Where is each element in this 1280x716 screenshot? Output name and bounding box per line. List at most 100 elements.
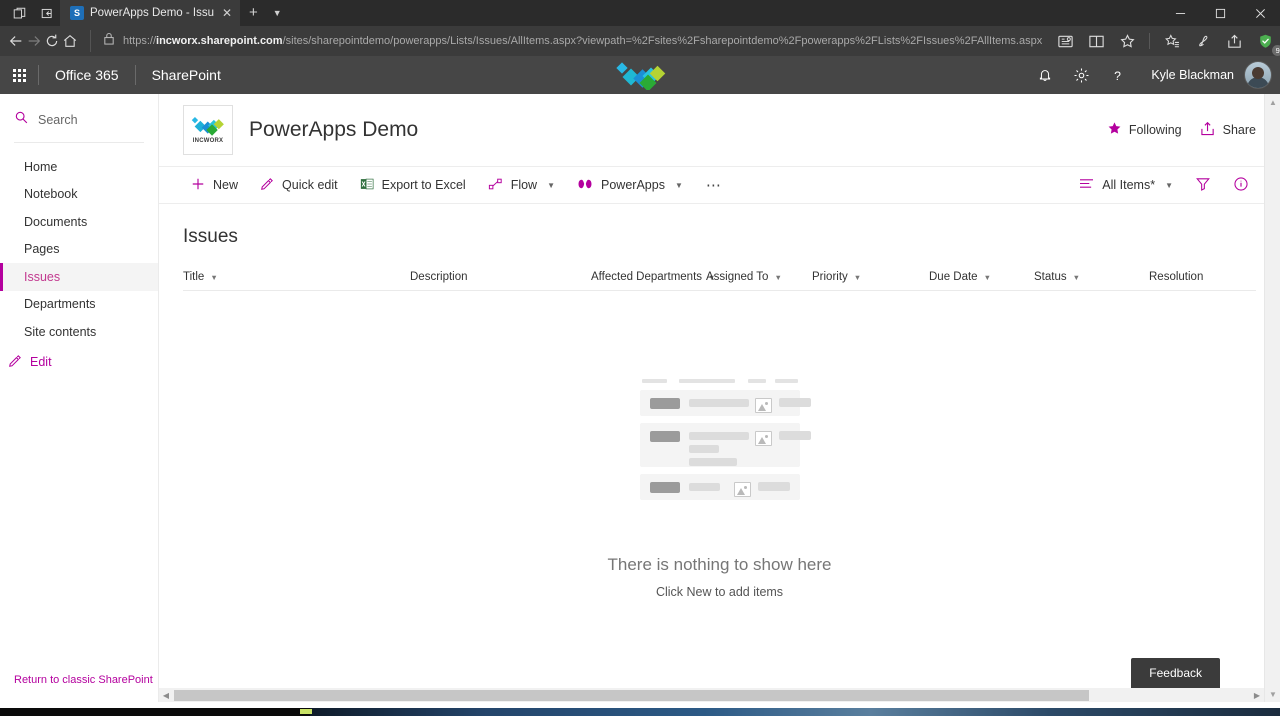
pencil-icon xyxy=(8,354,22,371)
column-header-resolution[interactable]: Resolution xyxy=(1149,271,1203,283)
search-input[interactable]: Search xyxy=(0,94,158,142)
chevron-down-icon[interactable]: ▼ xyxy=(1165,181,1173,190)
flow-icon xyxy=(488,177,503,194)
office365-suite-bar: Office 365 SharePoint ? Kyle Blackman xyxy=(0,56,1280,94)
refresh-icon[interactable] xyxy=(44,28,60,54)
column-header-priority[interactable]: Priority ▼ xyxy=(812,271,929,283)
chevron-down-icon[interactable]: ▼ xyxy=(267,0,288,26)
incworx-logo-icon xyxy=(612,56,668,94)
page-title: PowerApps Demo xyxy=(249,118,419,141)
browser-navbar: https://incworx.sharepoint.com/sites/sha… xyxy=(0,26,1280,56)
sidebar-item-label: Issues xyxy=(24,269,61,284)
office365-brand-link[interactable]: Office 365 xyxy=(39,67,135,83)
reading-list-icon[interactable] xyxy=(1081,28,1111,54)
set-aside-tabs-icon[interactable] xyxy=(34,2,60,24)
minimize-icon[interactable] xyxy=(1160,0,1200,26)
sidebar-item-home[interactable]: Home xyxy=(0,153,158,181)
url-text: https://incworx.sharepoint.com/sites/sha… xyxy=(123,35,1042,47)
notes-icon[interactable] xyxy=(1157,28,1187,54)
following-button[interactable]: Following xyxy=(1107,121,1182,139)
taskbar-left-region xyxy=(0,708,310,716)
page-body: Search Home Notebook Documents Pages Iss… xyxy=(0,94,1280,702)
close-icon[interactable] xyxy=(1240,0,1280,26)
powerapps-button[interactable]: PowerApps ▼ xyxy=(566,166,694,204)
browser-tab[interactable]: S PowerApps Demo - Issu ✕ xyxy=(60,0,240,26)
sidebar-item-departments[interactable]: Departments xyxy=(0,291,158,319)
chevron-down-icon[interactable]: ▼ xyxy=(547,181,555,190)
sidebar-item-notebook[interactable]: Notebook xyxy=(0,181,158,209)
chevron-down-icon[interactable]: ▼ xyxy=(675,181,683,190)
chevron-down-icon[interactable]: ▼ xyxy=(984,273,991,282)
empty-list-placeholder-icon xyxy=(639,379,811,507)
avatar[interactable] xyxy=(1244,61,1272,89)
maximize-icon[interactable] xyxy=(1200,0,1240,26)
column-header-description[interactable]: Description xyxy=(410,271,591,283)
sidebar-item-pages[interactable]: Pages xyxy=(0,236,158,264)
chevron-down-icon[interactable]: ▼ xyxy=(1073,273,1080,282)
sidebar-item-issues[interactable]: Issues xyxy=(0,263,158,291)
sharepoint-app-link[interactable]: SharePoint xyxy=(136,67,237,83)
reading-view-icon[interactable] xyxy=(1050,28,1080,54)
help-question-icon[interactable]: ? xyxy=(1099,56,1135,94)
quick-edit-button[interactable]: Quick edit xyxy=(249,166,349,204)
chevron-down-icon[interactable]: ▼ xyxy=(210,273,217,282)
web-note-icon[interactable] xyxy=(1188,28,1218,54)
export-to-excel-button[interactable]: Export to Excel xyxy=(349,166,477,204)
vertical-scrollbar[interactable]: ▲ ▼ xyxy=(1264,94,1280,702)
new-label: New xyxy=(213,178,239,192)
user-name[interactable]: Kyle Blackman xyxy=(1135,68,1244,82)
column-header-assigned-to[interactable]: Assigned To ▼ xyxy=(706,271,812,283)
home-icon[interactable] xyxy=(62,28,78,54)
sidebar-edit-button[interactable]: Edit xyxy=(0,354,158,371)
star-icon xyxy=(1107,121,1122,139)
sidebar-item-site-contents[interactable]: Site contents xyxy=(0,318,158,346)
scroll-right-arrow-icon[interactable]: ▶ xyxy=(1250,688,1264,702)
incworx-logo-icon xyxy=(190,116,226,136)
close-icon[interactable]: ✕ xyxy=(220,6,234,20)
favorites-star-icon[interactable] xyxy=(1112,28,1142,54)
information-button[interactable] xyxy=(1222,166,1260,204)
column-header-due-date[interactable]: Due Date ▼ xyxy=(929,271,1034,283)
feedback-button[interactable]: Feedback xyxy=(1131,658,1220,688)
settings-gear-icon[interactable] xyxy=(1063,56,1099,94)
tab-preview-icon[interactable] xyxy=(6,2,32,24)
share-button[interactable]: Share xyxy=(1200,121,1256,139)
filter-button[interactable] xyxy=(1184,166,1222,204)
sidebar-item-documents[interactable]: Documents xyxy=(0,208,158,236)
share-icon[interactable] xyxy=(1219,28,1249,54)
return-to-classic-sharepoint-link[interactable]: Return to classic SharePoint xyxy=(14,674,153,686)
sidebar-item-label: Pages xyxy=(24,242,60,257)
browser-titlebar: S PowerApps Demo - Issu ✕ + ▼ xyxy=(0,0,1280,26)
horizontal-scrollbar[interactable]: ◀ ▶ xyxy=(159,688,1264,702)
ellipsis-icon[interactable]: ⋯ xyxy=(694,176,734,194)
new-button[interactable]: New xyxy=(183,166,249,204)
notifications-bell-icon[interactable] xyxy=(1027,56,1063,94)
column-header-status[interactable]: Status ▼ xyxy=(1034,271,1149,283)
chevron-down-icon[interactable]: ▼ xyxy=(774,273,781,282)
app-launcher-icon[interactable] xyxy=(0,56,38,94)
column-label: Assigned To xyxy=(706,271,769,283)
plus-icon[interactable]: + xyxy=(240,0,267,26)
url-path: /sites/sharepointdemo/powerapps/Lists/Is… xyxy=(282,35,1043,47)
site-logo[interactable]: INCWORX xyxy=(183,105,233,155)
sidebar-item-label: Documents xyxy=(24,214,88,229)
scroll-up-arrow-icon[interactable]: ▲ xyxy=(1265,94,1280,110)
command-bar: New Quick edit Export to Excel Flow ▼ Po… xyxy=(159,166,1280,204)
horizontal-scroll-thumb[interactable] xyxy=(174,689,1089,701)
quick-edit-label: Quick edit xyxy=(282,178,338,192)
information-icon xyxy=(1233,176,1249,195)
back-arrow-icon[interactable] xyxy=(8,28,24,54)
adblock-shield-icon[interactable]: 9 xyxy=(1250,28,1280,56)
list-container: Issues Title ▼ Description Affected Depa… xyxy=(159,204,1280,599)
column-header-row: Title ▼ Description Affected Departments… xyxy=(183,264,1256,291)
flow-button[interactable]: Flow ▼ xyxy=(477,166,566,204)
forward-arrow-icon[interactable] xyxy=(26,28,42,54)
scroll-down-arrow-icon[interactable]: ▼ xyxy=(1265,686,1280,702)
address-bar[interactable]: https://incworx.sharepoint.com/sites/sha… xyxy=(90,30,1042,52)
view-selector-button[interactable]: All Items* ▼ xyxy=(1071,166,1184,204)
scroll-left-arrow-icon[interactable]: ◀ xyxy=(159,688,173,702)
column-header-affected-departments[interactable]: Affected Departments ▼ xyxy=(591,271,715,283)
chevron-down-icon[interactable]: ▼ xyxy=(854,273,861,282)
pencil-icon xyxy=(260,177,274,194)
column-header-title[interactable]: Title ▼ xyxy=(183,271,410,283)
